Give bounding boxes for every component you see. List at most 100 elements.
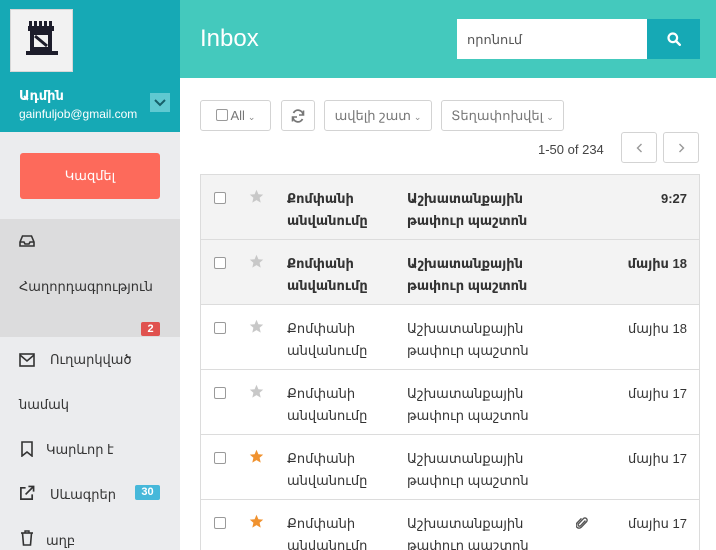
sidebar-item-label: Կարևոր է — [46, 442, 114, 457]
avatar[interactable] — [10, 9, 73, 72]
envelope-icon — [19, 353, 35, 367]
mail-sender-line: անվանումը — [287, 278, 368, 293]
mail-sender-line: անվանումը — [287, 343, 368, 358]
mail-subject-line: թափուր պաշտոն — [407, 213, 528, 228]
mail-subject-line: թափուր պաշտոն — [407, 473, 529, 488]
mail-select-checkbox[interactable] — [214, 192, 226, 204]
mail-sender-line: Քոմփանի — [287, 386, 356, 401]
mail-subject-line: Աշխատանքային — [407, 321, 524, 336]
mail-sender: Քոմփանի անվանումը — [287, 318, 387, 362]
mail-date: 9:27 — [660, 191, 687, 206]
mail-sender-line: անվանումը — [287, 213, 368, 228]
mail-sender-line: Քոմփանի — [287, 191, 354, 206]
sidebar-item-label: աղբ — [46, 533, 76, 548]
bookmark-icon — [21, 441, 33, 457]
more-actions-label: ավելի շատ — [334, 107, 411, 123]
chevron-right-icon — [679, 143, 685, 153]
page-title: Inbox — [200, 25, 259, 52]
mail-date: մայիս 17 — [628, 386, 687, 401]
mail-row[interactable]: Քոմփանի անվանումը Աշխատանքային թափուր պաշտ… — [201, 370, 699, 435]
mail-subject: Աշխատանքային թափուր պաշտոն — [407, 253, 567, 297]
sidebar: Ադմին gainfuljob@gmail.com Կազմել Հաղորդ… — [0, 0, 180, 550]
mail-sender-line: անվանումը — [287, 408, 368, 423]
paperclip-icon — [575, 516, 588, 535]
star-icon[interactable] — [249, 254, 264, 274]
mail-list: Քոմփանի անվանումը Աշխատանքային թափուր պաշտ… — [200, 174, 700, 550]
star-icon[interactable] — [249, 384, 264, 404]
mail-row[interactable]: Քոմփանի անվանումը Աշխատանքային թափուր պաշտ… — [201, 500, 699, 550]
mail-select-checkbox[interactable] — [214, 387, 226, 399]
select-all-label: All — [230, 108, 245, 123]
inbox-count-badge: 2 — [141, 322, 160, 336]
mail-sender-line: Քոմփանի — [287, 516, 356, 531]
compose-button[interactable]: Կազմել — [20, 153, 160, 199]
next-page-button[interactable] — [663, 132, 699, 163]
mail-sender-line: Քոմփանի — [287, 321, 356, 336]
search-icon — [667, 32, 681, 46]
sidebar-item-label: Ուղարկված — [50, 352, 132, 367]
mail-sender: Քոմփանի անվանումը — [287, 448, 387, 492]
move-to-label: Տեղափոխվել — [451, 107, 544, 123]
sidebar-item-important[interactable]: Կարևոր է — [0, 427, 180, 472]
mail-subject: Աշխատանքային թափուր պաշտոն — [407, 318, 567, 362]
mail-date: մայիս 18 — [627, 256, 687, 271]
sidebar-item-drafts[interactable]: Սևագրեր 30 — [0, 472, 180, 517]
mail-subject-line: Աշխատանքային — [407, 386, 524, 401]
sidebar-item-label: Հաղորդագրություն — [19, 279, 153, 294]
mail-select-checkbox[interactable] — [214, 452, 226, 464]
mail-date: մայիս 17 — [628, 451, 687, 466]
mail-subject-line: Աշխատանքային — [407, 516, 524, 531]
inbox-tray-icon — [19, 235, 35, 247]
mail-subject: Աշխատանքային թափուր պաշտոն — [407, 188, 567, 232]
profile-panel: Ադմին gainfuljob@gmail.com — [0, 0, 180, 132]
trash-icon — [21, 530, 33, 546]
sidebar-item-inbox[interactable]: Հաղորդագրություն 2 — [0, 219, 180, 337]
star-icon[interactable] — [249, 449, 264, 469]
mail-subject-line: Աշխատանքային — [407, 191, 523, 206]
select-all-checkbox[interactable] — [215, 109, 228, 121]
mail-sender: Քոմփանի անվանումը — [287, 188, 387, 232]
refresh-button[interactable] — [281, 100, 315, 131]
profile-email: gainfuljob@gmail.com — [19, 107, 138, 121]
mail-date: մայիս 18 — [628, 321, 687, 336]
mail-date: մայիս 17 — [628, 516, 687, 531]
mail-row[interactable]: Քոմփանի անվանումը Աշխատանքային թափուր պաշտ… — [201, 175, 699, 240]
external-link-icon — [20, 485, 35, 500]
search-button[interactable] — [647, 19, 700, 59]
drafts-count-badge: 30 — [135, 485, 160, 500]
mail-subject-line: թափուր պաշտոն — [407, 538, 529, 550]
mail-subject-line: թափուր պաշտոն — [407, 278, 528, 293]
refresh-icon — [291, 109, 305, 123]
mail-select-checkbox[interactable] — [214, 517, 226, 529]
mail-row[interactable]: Քոմփանի անվանումը Աշխատանքային թափուր պաշտ… — [201, 240, 699, 305]
move-to-dropdown[interactable]: Տեղափոխվել ⌄ — [441, 100, 564, 131]
mail-sender-line: անվանումը — [287, 473, 368, 488]
sidebar-item-label: նամակ — [19, 397, 70, 412]
mail-select-checkbox[interactable] — [214, 257, 226, 269]
prev-page-button[interactable] — [621, 132, 657, 163]
mail-subject-line: թափուր պաշտոն — [407, 343, 529, 358]
mail-sender: Քոմփանի անվանումը — [287, 253, 387, 297]
sidebar-item-sent[interactable]: Ուղարկված նամակ — [0, 337, 180, 427]
select-all-dropdown[interactable]: All ⌄ — [200, 100, 271, 131]
star-icon[interactable] — [249, 189, 264, 209]
mail-subject: Աշխատանքային թափուր պաշտոն — [407, 513, 567, 550]
building-logo-icon — [26, 21, 58, 55]
search-input[interactable] — [457, 19, 649, 59]
chevron-down-icon: ⌄ — [247, 112, 256, 122]
mail-subject: Աշխատանքային թափուր պաշտոն — [407, 383, 567, 427]
chevron-down-icon: ⌄ — [413, 111, 422, 122]
mail-select-checkbox[interactable] — [214, 322, 226, 334]
mail-row[interactable]: Քոմփանի անվանումը Աշխատանքային թափուր պաշտ… — [201, 435, 699, 500]
mail-sender: Քոմփանի անվանումը — [287, 513, 387, 550]
mail-row[interactable]: Քոմփանի անվանումը Աշխատանքային թափուր պաշտ… — [201, 305, 699, 370]
sidebar-item-trash[interactable]: աղբ — [0, 517, 180, 550]
star-icon[interactable] — [249, 514, 264, 534]
mail-subject-line: Աշխատանքային — [407, 256, 523, 271]
mail-sender-line: Քոմփանի — [287, 451, 356, 466]
more-actions-dropdown[interactable]: ավելի շատ ⌄ — [324, 100, 432, 131]
mail-subject-line: թափուր պաշտոն — [407, 408, 529, 423]
star-icon[interactable] — [249, 319, 264, 339]
chevron-down-icon: ⌄ — [546, 111, 554, 122]
profile-menu-toggle[interactable] — [150, 93, 170, 112]
